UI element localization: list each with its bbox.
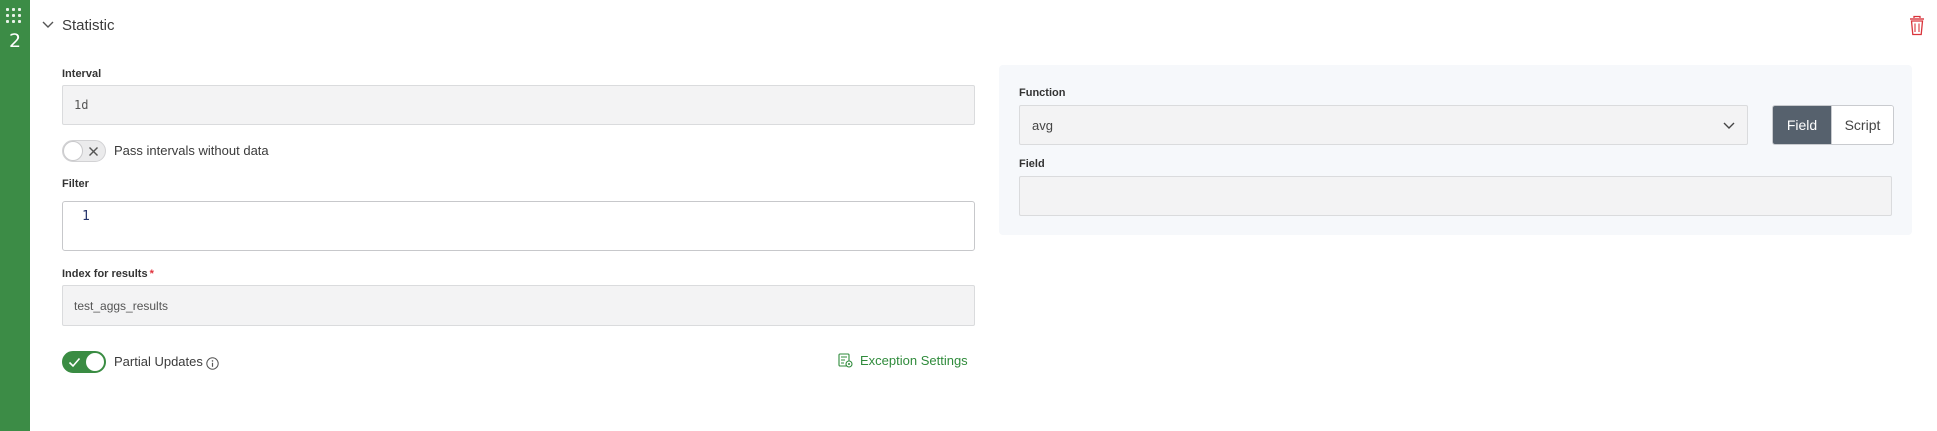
- settings-list-icon: [838, 353, 853, 368]
- chevron-down-icon: [1723, 122, 1735, 129]
- field-label: Field: [1019, 158, 1045, 170]
- index-label: Index for results *: [62, 268, 154, 280]
- step-gutter: 2: [0, 0, 30, 431]
- chevron-down-icon: [42, 21, 54, 28]
- field-input[interactable]: [1019, 176, 1892, 216]
- function-value: avg: [1032, 117, 1053, 133]
- filter-label: Filter: [62, 178, 89, 190]
- mode-segmented-control: Field Script: [1772, 105, 1894, 145]
- exception-settings-label: Exception Settings: [860, 353, 968, 368]
- interval-input[interactable]: 1d: [62, 85, 975, 125]
- function-label: Function: [1019, 87, 1066, 99]
- trash-icon[interactable]: [1908, 15, 1926, 37]
- index-value: test_aggs_results: [74, 298, 169, 313]
- function-select[interactable]: avg: [1019, 105, 1748, 145]
- required-mark: *: [149, 268, 154, 280]
- step-number: 2: [8, 30, 22, 52]
- interval-label: Interval: [62, 68, 102, 80]
- close-icon: [89, 147, 98, 156]
- toggle-knob: [63, 141, 83, 161]
- index-label-text: Index for results: [62, 268, 148, 280]
- filter-line-number: 1: [82, 209, 90, 224]
- partial-updates-toggle[interactable]: [62, 351, 106, 373]
- toggle-knob: [85, 352, 105, 372]
- script-mode-button[interactable]: Script: [1831, 106, 1893, 144]
- index-input[interactable]: test_aggs_results: [62, 285, 975, 326]
- section-header[interactable]: Statistic: [42, 14, 115, 36]
- info-icon[interactable]: [206, 357, 219, 370]
- section-title: Statistic: [62, 16, 115, 34]
- drag-grid-icon[interactable]: [6, 8, 21, 23]
- field-mode-button[interactable]: Field: [1773, 106, 1831, 144]
- check-icon: [68, 357, 81, 368]
- exception-settings-link[interactable]: Exception Settings: [838, 353, 968, 368]
- pass-intervals-label: Pass intervals without data: [114, 143, 269, 158]
- filter-editor[interactable]: 1: [62, 201, 975, 251]
- pass-intervals-toggle[interactable]: [62, 140, 106, 162]
- partial-updates-label: Partial Updates: [114, 354, 203, 369]
- interval-value: 1d: [74, 98, 89, 112]
